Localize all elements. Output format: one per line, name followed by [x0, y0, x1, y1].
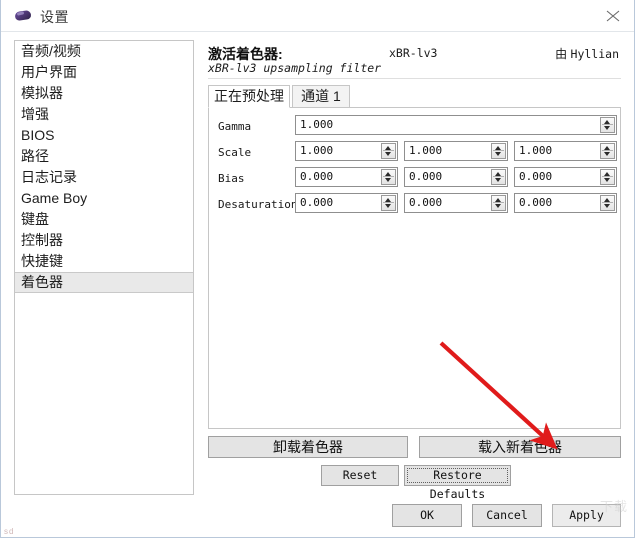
active-shader-description: xBR-lv3 upsampling filter — [208, 61, 382, 75]
shader-settings-pane: 激活着色器: xBR-lv3 由 Hyllian xBR-lv3 upsampl… — [206, 40, 623, 527]
stepper-down-icon[interactable] — [495, 178, 501, 182]
stepper-divider — [493, 176, 504, 177]
desaturation-field-2[interactable]: 0.000 — [514, 193, 617, 213]
author-prefix: 由 — [555, 47, 568, 61]
stepper-down-icon[interactable] — [604, 152, 610, 156]
scale-value-0: 1.000 — [300, 144, 334, 157]
param-label-scale: Scale — [218, 146, 252, 159]
close-icon[interactable] — [590, 0, 634, 31]
bias-stepper-2[interactable] — [600, 169, 615, 185]
gamma-value-0: 1.000 — [300, 118, 334, 131]
desaturation-value-1: 0.000 — [409, 196, 443, 209]
tab-pass-1[interactable]: 通道 1 — [292, 85, 350, 107]
bias-value-2: 0.000 — [519, 170, 553, 183]
tab-preprocessing[interactable]: 正在预处理 — [208, 85, 290, 108]
reset-button[interactable]: Reset — [321, 465, 399, 486]
stepper-down-icon[interactable] — [385, 152, 391, 156]
load-new-shader-button[interactable]: 载入新着色器 — [419, 436, 621, 458]
stepper-down-icon[interactable] — [495, 204, 501, 208]
stepper-down-icon[interactable] — [604, 126, 610, 130]
scale-stepper-0[interactable] — [381, 143, 396, 159]
scale-stepper-2[interactable] — [600, 143, 615, 159]
param-label-desaturation: Desaturation — [218, 198, 298, 211]
title-bar: 设置 — [1, 0, 634, 32]
bias-stepper-1[interactable] — [491, 169, 506, 185]
sidebar-item-emulator[interactable]: 模拟器 — [15, 83, 193, 104]
desaturation-stepper-2[interactable] — [600, 195, 615, 211]
watermark-bottom-left: sd — [4, 527, 15, 536]
unload-shader-button[interactable]: 卸载着色器 — [208, 436, 408, 458]
bias-value-1: 0.000 — [409, 170, 443, 183]
focus-ring — [407, 468, 508, 483]
desaturation-stepper-0[interactable] — [381, 195, 396, 211]
shader-tabstrip: 正在预处理 通道 1 — [208, 85, 621, 108]
header-divider — [208, 78, 621, 79]
desaturation-field-0[interactable]: 0.000 — [295, 193, 398, 213]
bias-field-0[interactable]: 0.000 — [295, 167, 398, 187]
stepper-divider — [493, 202, 504, 203]
active-shader-author: 由 Hyllian — [555, 45, 619, 62]
stepper-down-icon[interactable] — [604, 178, 610, 182]
sidebar-item-enhancement[interactable]: 增强 — [15, 104, 193, 125]
stepper-divider — [602, 150, 613, 151]
stepper-divider — [602, 124, 613, 125]
close-glyph — [606, 10, 620, 22]
settings-window: 设置 音频/视频 用户界面 模拟器 增强 BIOS 路径 日志记录 Game B… — [0, 0, 635, 538]
sidebar-item-hotkeys[interactable]: 快捷键 — [15, 251, 193, 272]
active-shader-header: 激活着色器: xBR-lv3 由 Hyllian xBR-lv3 upsampl… — [206, 40, 623, 79]
cancel-button[interactable]: Cancel — [472, 504, 542, 527]
scale-field-0[interactable]: 1.000 — [295, 141, 398, 161]
active-shader-name: xBR-lv3 — [389, 46, 438, 60]
stepper-down-icon[interactable] — [385, 178, 391, 182]
stepper-divider — [383, 202, 394, 203]
bias-value-0: 0.000 — [300, 170, 334, 183]
param-row-desaturation: Desaturation 0.000 0.000 0.000 — [209, 193, 620, 219]
scale-field-1[interactable]: 1.000 — [404, 141, 508, 161]
scale-value-1: 1.000 — [409, 144, 443, 157]
preprocessing-panel: Gamma 1.000 Scale 1.000 1.000 1.000 Bias… — [208, 107, 621, 429]
param-row-scale: Scale 1.000 1.000 1.000 — [209, 141, 620, 167]
stepper-divider — [383, 150, 394, 151]
desaturation-value-0: 0.000 — [300, 196, 334, 209]
desaturation-stepper-1[interactable] — [491, 195, 506, 211]
sidebar-item-paths[interactable]: 路径 — [15, 146, 193, 167]
ok-button[interactable]: OK — [392, 504, 462, 527]
bias-stepper-0[interactable] — [381, 169, 396, 185]
stepper-divider — [383, 176, 394, 177]
watermark-bottom-right: 下载 — [599, 499, 628, 514]
scale-field-2[interactable]: 1.000 — [514, 141, 617, 161]
sidebar-item-audio-video[interactable]: 音频/视频 — [15, 41, 193, 62]
sidebar-item-ui[interactable]: 用户界面 — [15, 62, 193, 83]
sidebar-item-shader[interactable]: 着色器 — [15, 272, 193, 293]
param-row-bias: Bias 0.000 0.000 0.000 — [209, 167, 620, 193]
gamma-field-0[interactable]: 1.000 — [295, 115, 617, 135]
restore-defaults-button[interactable]: Restore Defaults — [404, 465, 511, 501]
desaturation-value-2: 0.000 — [519, 196, 553, 209]
stepper-down-icon[interactable] — [385, 204, 391, 208]
bias-field-1[interactable]: 0.000 — [404, 167, 508, 187]
sidebar-item-game-boy[interactable]: Game Boy — [15, 188, 193, 209]
stepper-divider — [602, 202, 613, 203]
bias-field-2[interactable]: 0.000 — [514, 167, 617, 187]
window-title: 设置 — [40, 9, 69, 25]
stepper-down-icon[interactable] — [495, 152, 501, 156]
param-label-gamma: Gamma — [218, 120, 252, 133]
settings-category-list[interactable]: 音频/视频 用户界面 模拟器 增强 BIOS 路径 日志记录 Game Boy … — [14, 40, 194, 495]
shader-blob-icon — [14, 9, 32, 22]
stepper-divider — [493, 150, 504, 151]
stepper-divider — [602, 176, 613, 177]
gamma-stepper-0[interactable] — [600, 117, 615, 133]
stepper-down-icon[interactable] — [604, 204, 610, 208]
scale-value-2: 1.000 — [519, 144, 553, 157]
param-row-gamma: Gamma 1.000 — [209, 115, 620, 141]
scale-stepper-1[interactable] — [491, 143, 506, 159]
sidebar-item-logging[interactable]: 日志记录 — [15, 167, 193, 188]
sidebar-item-bios[interactable]: BIOS — [15, 125, 193, 146]
sidebar-item-controller[interactable]: 控制器 — [15, 230, 193, 251]
desaturation-field-1[interactable]: 0.000 — [404, 193, 508, 213]
sidebar-item-keyboard[interactable]: 键盘 — [15, 209, 193, 230]
author-name: Hyllian — [570, 47, 619, 61]
param-label-bias: Bias — [218, 172, 245, 185]
